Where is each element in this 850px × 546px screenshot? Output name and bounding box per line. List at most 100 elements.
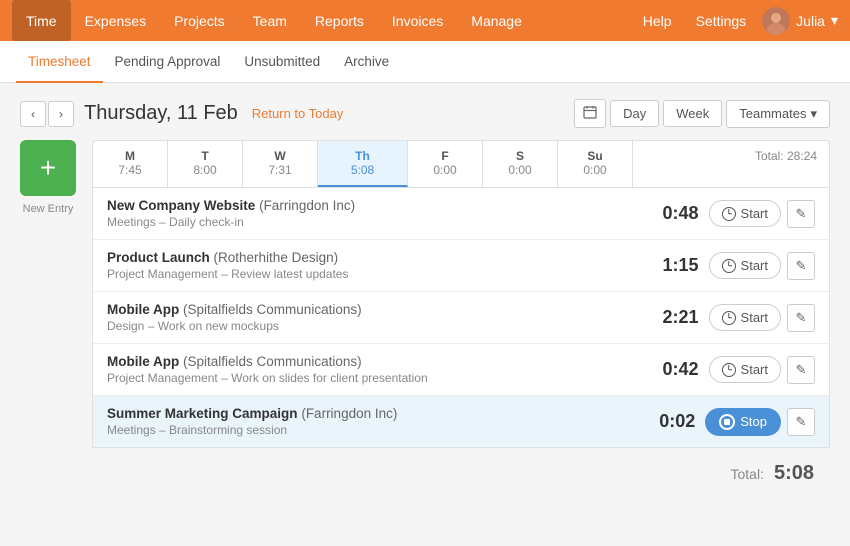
footer-total-label: Total: (731, 466, 764, 482)
start-button[interactable]: Start (709, 356, 781, 383)
tab-pending-approval[interactable]: Pending Approval (103, 41, 233, 83)
day-name-wed: W (253, 149, 307, 163)
return-to-today-link[interactable]: Return to Today (252, 106, 344, 121)
entry-company: (Farringdon Inc) (301, 406, 397, 421)
day-col-sun: Su 0:00 (558, 141, 633, 187)
entry-details: Meetings – Brainstorming session (107, 423, 643, 437)
nav-projects[interactable]: Projects (160, 0, 239, 41)
entry-details: Project Management – Work on slides for … (107, 371, 647, 385)
day-view-button[interactable]: Day (610, 100, 659, 127)
entry-actions: Start ✎ (709, 200, 815, 228)
entry-actions: Stop ✎ (705, 408, 815, 436)
entry-details: Design – Work on new mockups (107, 319, 647, 333)
help-link[interactable]: Help (635, 13, 680, 29)
calendar-icon-button[interactable] (574, 99, 606, 128)
week-nav: ‹ › (20, 101, 74, 127)
edit-button[interactable]: ✎ (787, 356, 815, 384)
entry-project-name: New Company Website (Farringdon Inc) (107, 198, 647, 213)
nav-invoices[interactable]: Invoices (378, 0, 457, 41)
top-nav: Time Expenses Projects Team Reports Invo… (0, 0, 850, 41)
stop-label: Stop (740, 414, 767, 429)
entry-time: 0:48 (647, 203, 699, 224)
edit-button[interactable]: ✎ (787, 252, 815, 280)
main-content: ‹ › Thursday, 11 Feb Return to Today Day… (0, 83, 850, 515)
week-view-button[interactable]: Week (663, 100, 722, 127)
entry-company: (Spitalfields Communications) (183, 302, 362, 317)
current-date: Thursday, 11 Feb (84, 102, 238, 125)
start-button[interactable]: Start (709, 304, 781, 331)
entry-time: 0:42 (647, 359, 699, 380)
entry-actions: Start ✎ (709, 356, 815, 384)
start-button[interactable]: Start (709, 200, 781, 227)
day-time-mon: 7:45 (103, 163, 157, 177)
table-row: Summer Marketing Campaign (Farringdon In… (93, 396, 829, 447)
day-name-mon: M (103, 149, 157, 163)
nav-expenses[interactable]: Expenses (71, 0, 160, 41)
nav-team[interactable]: Team (239, 0, 301, 41)
nav-reports[interactable]: Reports (301, 0, 378, 41)
edit-button[interactable]: ✎ (787, 200, 815, 228)
day-time-thu: 5:08 (328, 163, 397, 177)
entry-info: Mobile App (Spitalfields Communications)… (107, 354, 647, 385)
entry-info: Product Launch (Rotherhithe Design) Proj… (107, 250, 647, 281)
table-row: Product Launch (Rotherhithe Design) Proj… (93, 240, 829, 292)
day-time-tue: 8:00 (178, 163, 232, 177)
entry-actions: Start ✎ (709, 252, 815, 280)
teammates-label: Teammates (739, 106, 806, 121)
day-col-mon: M 7:45 (93, 141, 168, 187)
entry-details: Meetings – Daily check-in (107, 215, 647, 229)
entry-time: 1:15 (647, 255, 699, 276)
prev-week-button[interactable]: ‹ (20, 101, 46, 127)
content-area: + New Entry M 7:45 T 8:00 W 7:31 (20, 140, 830, 499)
new-entry-button[interactable]: + (20, 140, 76, 196)
entry-project-name: Mobile App (Spitalfields Communications) (107, 354, 647, 369)
footer-total-value: 5:08 (774, 462, 814, 485)
entry-time: 0:02 (643, 411, 695, 432)
settings-link[interactable]: Settings (688, 13, 755, 29)
day-name-fri: F (418, 149, 472, 163)
total-header-label: Total: 28:24 (645, 149, 817, 163)
user-menu[interactable]: Julia ▾ (762, 7, 838, 35)
entries-list: New Company Website (Farringdon Inc) Mee… (92, 188, 830, 448)
day-col-wed: W 7:31 (243, 141, 318, 187)
day-name-tue: T (178, 149, 232, 163)
timesheet: M 7:45 T 8:00 W 7:31 Th 5:08 F 0:00 (92, 140, 830, 499)
stop-button[interactable]: Stop (705, 408, 781, 436)
day-name-sun: Su (568, 149, 622, 163)
table-row: Mobile App (Spitalfields Communications)… (93, 344, 829, 396)
next-week-button[interactable]: › (48, 101, 74, 127)
total-header: Total: 28:24 (633, 141, 829, 187)
entry-info: Mobile App (Spitalfields Communications)… (107, 302, 647, 333)
date-header: ‹ › Thursday, 11 Feb Return to Today Day… (20, 99, 830, 128)
entry-project-name: Product Launch (Rotherhithe Design) (107, 250, 647, 265)
day-col-sat: S 0:00 (483, 141, 558, 187)
day-headers-row: M 7:45 T 8:00 W 7:31 Th 5:08 F 0:00 (92, 140, 830, 188)
nav-time[interactable]: Time (12, 0, 71, 41)
tab-timesheet[interactable]: Timesheet (16, 41, 103, 83)
clock-icon (722, 363, 736, 377)
day-name-thu: Th (328, 149, 397, 163)
user-name: Julia (796, 13, 825, 29)
teammates-chevron-icon: ▾ (810, 106, 817, 122)
tab-unsubmitted[interactable]: Unsubmitted (232, 41, 332, 83)
new-entry-label: New Entry (23, 202, 74, 216)
entry-actions: Start ✎ (709, 304, 815, 332)
edit-button[interactable]: ✎ (787, 408, 815, 436)
start-button[interactable]: Start (709, 252, 781, 279)
entry-company: (Rotherhithe Design) (214, 250, 339, 265)
new-entry-section: + New Entry (20, 140, 76, 499)
day-name-sat: S (493, 149, 547, 163)
nav-manage[interactable]: Manage (457, 0, 536, 41)
day-time-sat: 0:00 (493, 163, 547, 177)
day-col-thu[interactable]: Th 5:08 (318, 141, 408, 187)
day-col-tue: T 8:00 (168, 141, 243, 187)
entry-details: Project Management – Review latest updat… (107, 267, 647, 281)
entry-project-name: Summer Marketing Campaign (Farringdon In… (107, 406, 643, 421)
start-label: Start (741, 310, 768, 325)
table-row: Mobile App (Spitalfields Communications)… (93, 292, 829, 344)
teammates-button[interactable]: Teammates ▾ (726, 100, 830, 128)
edit-button[interactable]: ✎ (787, 304, 815, 332)
tab-archive[interactable]: Archive (332, 41, 401, 83)
entry-time: 2:21 (647, 307, 699, 328)
user-chevron-icon: ▾ (831, 12, 838, 29)
